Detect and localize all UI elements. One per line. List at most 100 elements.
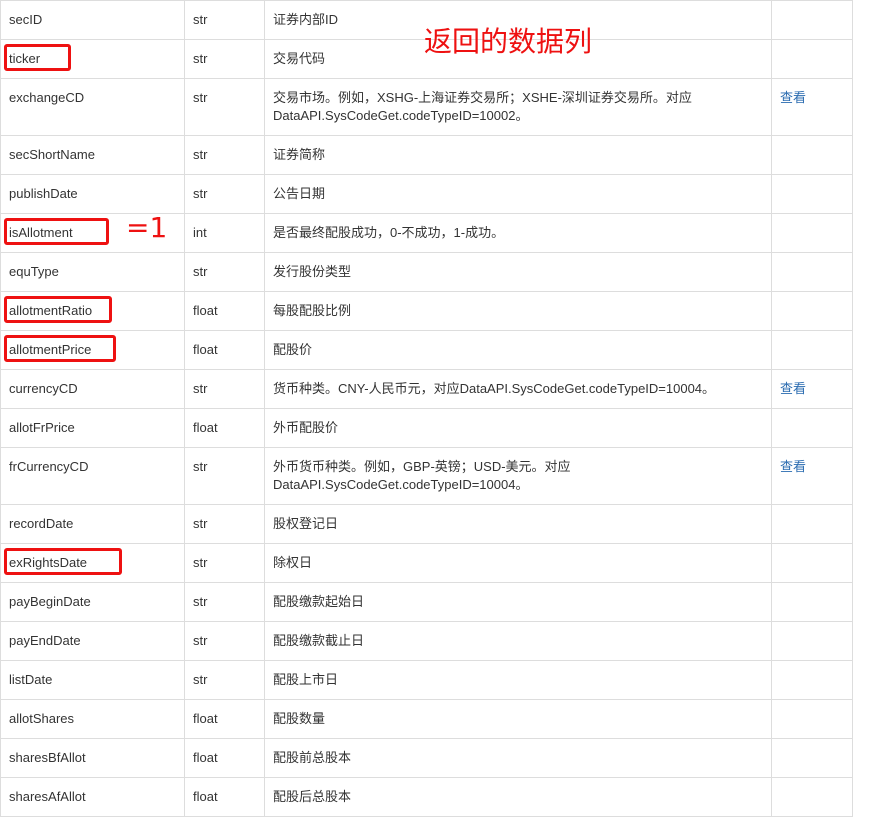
field-name: sharesBfAllot xyxy=(9,750,86,765)
field-description: 外币货币种类。例如，GBP-英镑；USD-美元。对应DataAPI.SysCod… xyxy=(264,447,772,505)
table-row: currencyCD str 货币种类。CNY-人民币元，对应DataAPI.Sys… xyxy=(0,369,853,409)
field-name-cell: currencyCD xyxy=(0,369,185,409)
field-description: 配股前总股本 xyxy=(264,738,772,778)
view-code-link[interactable]: 查看 xyxy=(780,90,806,105)
code-link-cell xyxy=(771,660,853,700)
code-link-cell xyxy=(771,39,853,79)
field-description: 配股缴款起始日 xyxy=(264,582,772,622)
field-name-cell: allotFrPrice xyxy=(0,408,185,448)
field-description: 是否最终配股成功，0-不成功，1-成功。 xyxy=(264,213,772,253)
code-link-cell xyxy=(771,504,853,544)
table-row: equType str 发行股份类型 xyxy=(0,252,853,292)
field-type: float xyxy=(184,738,265,778)
field-type: int xyxy=(184,213,265,253)
table-row: payBeginDate str 配股缴款起始日 xyxy=(0,582,853,622)
field-description: 配股后总股本 xyxy=(264,777,772,817)
code-link-cell: 查看 xyxy=(771,369,853,409)
table-row: exchangeCD str 交易市场。例如，XSHG-上海证券交易所；XSHE-深… xyxy=(0,78,853,136)
highlight-box xyxy=(4,548,122,575)
field-description: 除权日 xyxy=(264,543,772,583)
field-type: str xyxy=(184,174,265,214)
field-type: str xyxy=(184,447,265,505)
table-row: publishDate str 公告日期 xyxy=(0,174,853,214)
field-name-cell: payEndDate xyxy=(0,621,185,661)
table-row: listDate str 配股上市日 xyxy=(0,660,853,700)
field-name-cell: secID xyxy=(0,0,185,40)
field-name-cell: ticker xyxy=(0,39,185,79)
code-link-cell xyxy=(771,174,853,214)
field-name-cell: allotmentPrice xyxy=(0,330,185,370)
code-link-cell: 查看 xyxy=(771,447,853,505)
field-type: str xyxy=(184,621,265,661)
field-name-cell: sharesAfAllot xyxy=(0,777,185,817)
table-row: payEndDate str 配股缴款截止日 xyxy=(0,621,853,661)
field-type: str xyxy=(184,543,265,583)
field-name-cell: exchangeCD xyxy=(0,78,185,136)
table-row: recordDate str 股权登记日 xyxy=(0,504,853,544)
field-type: float xyxy=(184,330,265,370)
is-allotment-value-annotation: =1 xyxy=(126,211,168,244)
field-description: 外币配股价 xyxy=(264,408,772,448)
field-name-cell: sharesBfAllot xyxy=(0,738,185,778)
field-description: 配股缴款截止日 xyxy=(264,621,772,661)
field-description: 证券简称 xyxy=(264,135,772,175)
code-link-cell: 查看 xyxy=(771,78,853,136)
field-name: equType xyxy=(9,264,59,279)
field-name: secID xyxy=(9,12,43,27)
code-link-cell xyxy=(771,252,853,292)
field-name: sharesAfAllot xyxy=(9,789,86,804)
code-link-cell xyxy=(771,777,853,817)
field-name: publishDate xyxy=(9,186,78,201)
code-link-cell xyxy=(771,582,853,622)
field-name: currencyCD xyxy=(9,381,78,396)
field-description: 发行股份类型 xyxy=(264,252,772,292)
field-name: payBeginDate xyxy=(9,594,91,609)
code-link-cell xyxy=(771,213,853,253)
field-name: allotShares xyxy=(9,711,75,726)
table-row: allotmentRatio float 每股配股比例 xyxy=(0,291,853,331)
field-type: float xyxy=(184,291,265,331)
field-name: secShortName xyxy=(9,147,95,162)
field-name-cell: secShortName xyxy=(0,135,185,175)
code-link-cell xyxy=(771,621,853,661)
field-description: 交易市场。例如，XSHG-上海证券交易所；XSHE-深圳证券交易所。对应Data… xyxy=(264,78,772,136)
table-row: allotShares float 配股数量 xyxy=(0,699,853,739)
highlight-box xyxy=(4,44,71,71)
field-type: str xyxy=(184,78,265,136)
field-type: float xyxy=(184,777,265,817)
table-row: sharesAfAllot float 配股后总股本 xyxy=(0,777,853,817)
field-name: recordDate xyxy=(9,516,74,531)
field-type: str xyxy=(184,582,265,622)
return-fields-body: secID str 证券内部ID ticker str 交易代码 exchangeCD str… xyxy=(0,0,853,817)
highlight-box xyxy=(4,335,116,362)
field-name-cell: frCurrencyCD xyxy=(0,447,185,505)
field-description: 配股上市日 xyxy=(264,660,772,700)
returned-columns-annotation: 返回的数据列 xyxy=(424,25,593,58)
code-link-cell xyxy=(771,738,853,778)
field-name-cell: allotmentRatio xyxy=(0,291,185,331)
field-description: 每股配股比例 xyxy=(264,291,772,331)
field-name: payEndDate xyxy=(9,633,81,648)
field-name-cell: exRightsDate xyxy=(0,543,185,583)
table-row: frCurrencyCD str 外币货币种类。例如，GBP-英镑；USD-美元。对… xyxy=(0,447,853,505)
field-name: exchangeCD xyxy=(9,90,85,105)
field-type: str xyxy=(184,660,265,700)
code-link-cell xyxy=(771,699,853,739)
field-name: frCurrencyCD xyxy=(9,459,89,474)
field-type: str xyxy=(184,39,265,79)
field-type: str xyxy=(184,252,265,292)
field-description: 配股数量 xyxy=(264,699,772,739)
view-code-link[interactable]: 查看 xyxy=(780,459,806,474)
field-name: listDate xyxy=(9,672,53,687)
highlight-box xyxy=(4,218,109,245)
table-row: allotmentPrice float 配股价 xyxy=(0,330,853,370)
field-type: float xyxy=(184,699,265,739)
field-type: str xyxy=(184,135,265,175)
highlight-box xyxy=(4,296,112,323)
code-link-cell xyxy=(771,291,853,331)
code-link-cell xyxy=(771,135,853,175)
field-type: str xyxy=(184,0,265,40)
field-name-cell: allotShares xyxy=(0,699,185,739)
view-code-link[interactable]: 查看 xyxy=(780,381,806,396)
field-type: str xyxy=(184,504,265,544)
